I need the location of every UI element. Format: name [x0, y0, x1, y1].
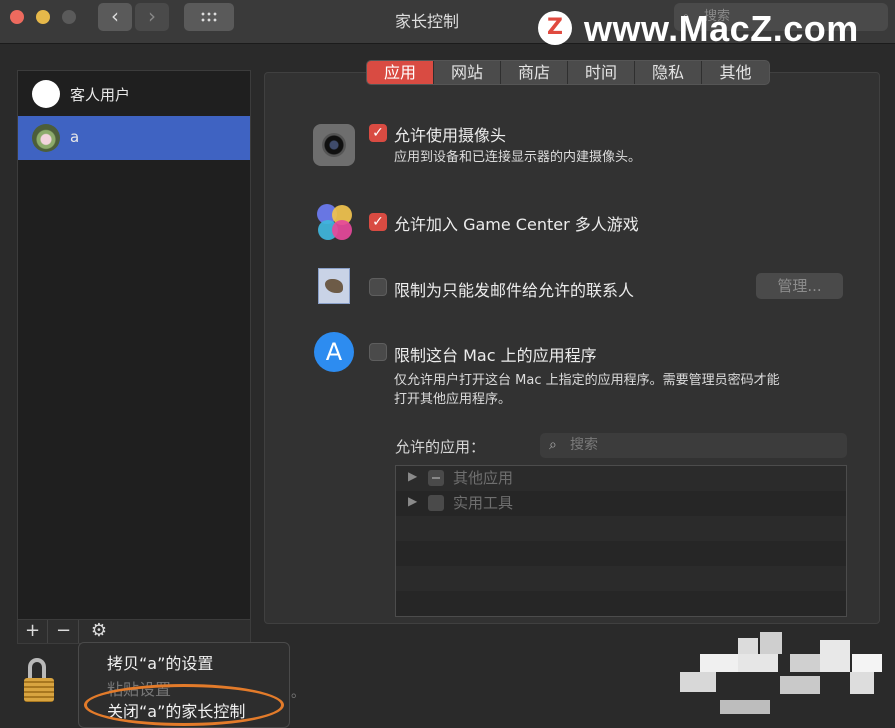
search-icon: ⌕ [549, 437, 557, 453]
user-name: a [70, 128, 80, 146]
mail-label: 限制为只能发邮件给允许的联系人 [394, 281, 635, 300]
camera-label: 允许使用摄像头 [394, 126, 507, 145]
limit-apps-label: 限制这台 Mac 上的应用程序 [394, 346, 597, 365]
zoom-window-button[interactable] [62, 10, 76, 24]
chevron-left-icon: ‹ [111, 4, 119, 28]
list-item-label: 实用工具 [453, 494, 514, 512]
gear-icon[interactable]: ⚙ [84, 620, 114, 643]
mail-checkbox[interactable] [369, 278, 387, 296]
limit-apps-checkbox[interactable] [369, 343, 387, 361]
camera-checkbox[interactable]: ✓ [369, 124, 387, 142]
allowed-apps-search-placeholder: 搜索 [570, 437, 598, 453]
game-center-icon [314, 202, 356, 244]
disclosure-triangle-icon[interactable]: ▶ [408, 494, 417, 508]
back-button[interactable]: ‹ [98, 3, 132, 31]
text-fragment: 。 [291, 685, 305, 701]
disclosure-triangle-icon[interactable]: ▶ [408, 469, 417, 483]
app-store-icon: A [314, 332, 354, 372]
tab-privacy[interactable]: 隐私 [635, 61, 702, 84]
game-center-checkbox[interactable]: ✓ [369, 213, 387, 231]
user-list: 客人用户 a [17, 70, 251, 620]
user-item-a[interactable]: a [18, 116, 250, 160]
show-all-button[interactable] [184, 3, 234, 31]
limit-apps-description-line2: 打开其他应用程序。 [394, 392, 512, 407]
lock-shackle [28, 658, 46, 680]
manage-contacts-button[interactable]: 管理... [756, 273, 843, 299]
allowed-apps-search-input[interactable]: ⌕ 搜索 [540, 433, 847, 458]
watermark-logo: Z [538, 11, 572, 45]
tab-websites[interactable]: 网站 [434, 61, 501, 84]
list-item[interactable]: ▶ 实用工具 [396, 491, 846, 515]
grid-icon [200, 11, 218, 23]
avatar [32, 124, 60, 152]
camera-description: 应用到设备和已连接显示器的内建摄像头。 [394, 150, 642, 165]
add-user-button[interactable]: + [18, 620, 48, 643]
app-group-checkbox[interactable] [428, 470, 444, 486]
close-window-button[interactable] [10, 10, 24, 24]
allowed-apps-list: ▶ 其他应用 ▶ 实用工具 [395, 465, 847, 617]
window-title: 家长控制 [395, 12, 460, 31]
forward-button[interactable]: › [135, 3, 169, 31]
camera-icon [313, 124, 355, 166]
game-center-label: 允许加入 Game Center 多人游戏 [394, 215, 639, 234]
watermark-text: www.MacZ.com [584, 8, 859, 49]
minimize-window-button[interactable] [36, 10, 50, 24]
remove-user-button[interactable]: − [49, 620, 79, 643]
menu-item-copy-settings[interactable]: 拷贝“a”的设置 [107, 650, 213, 674]
lock-icon[interactable] [22, 658, 58, 704]
allowed-apps-label: 允许的应用： [395, 438, 486, 456]
tab-time[interactable]: 时间 [568, 61, 635, 84]
user-item-guest[interactable]: 客人用户 [18, 72, 250, 116]
tab-apps[interactable]: 应用 [367, 61, 434, 84]
mail-icon [318, 268, 350, 304]
sidebar-toolbar: + − ⚙ [17, 620, 251, 644]
avatar [32, 80, 60, 108]
list-item[interactable]: ▶ 其他应用 [396, 466, 846, 490]
tab-other[interactable]: 其他 [702, 61, 769, 84]
tab-stores[interactable]: 商店 [501, 61, 568, 84]
highlight-annotation [84, 684, 284, 726]
app-group-checkbox[interactable] [428, 495, 444, 511]
lock-body [24, 678, 54, 702]
list-item-label: 其他应用 [453, 469, 514, 487]
tab-bar: 应用 网站 商店 时间 隐私 其他 [366, 60, 770, 85]
chevron-right-icon: › [148, 4, 156, 28]
limit-apps-description-line1: 仅允许用户打开这台 Mac 上指定的应用程序。需要管理员密码才能 [394, 373, 780, 388]
user-name: 客人用户 [70, 86, 131, 104]
